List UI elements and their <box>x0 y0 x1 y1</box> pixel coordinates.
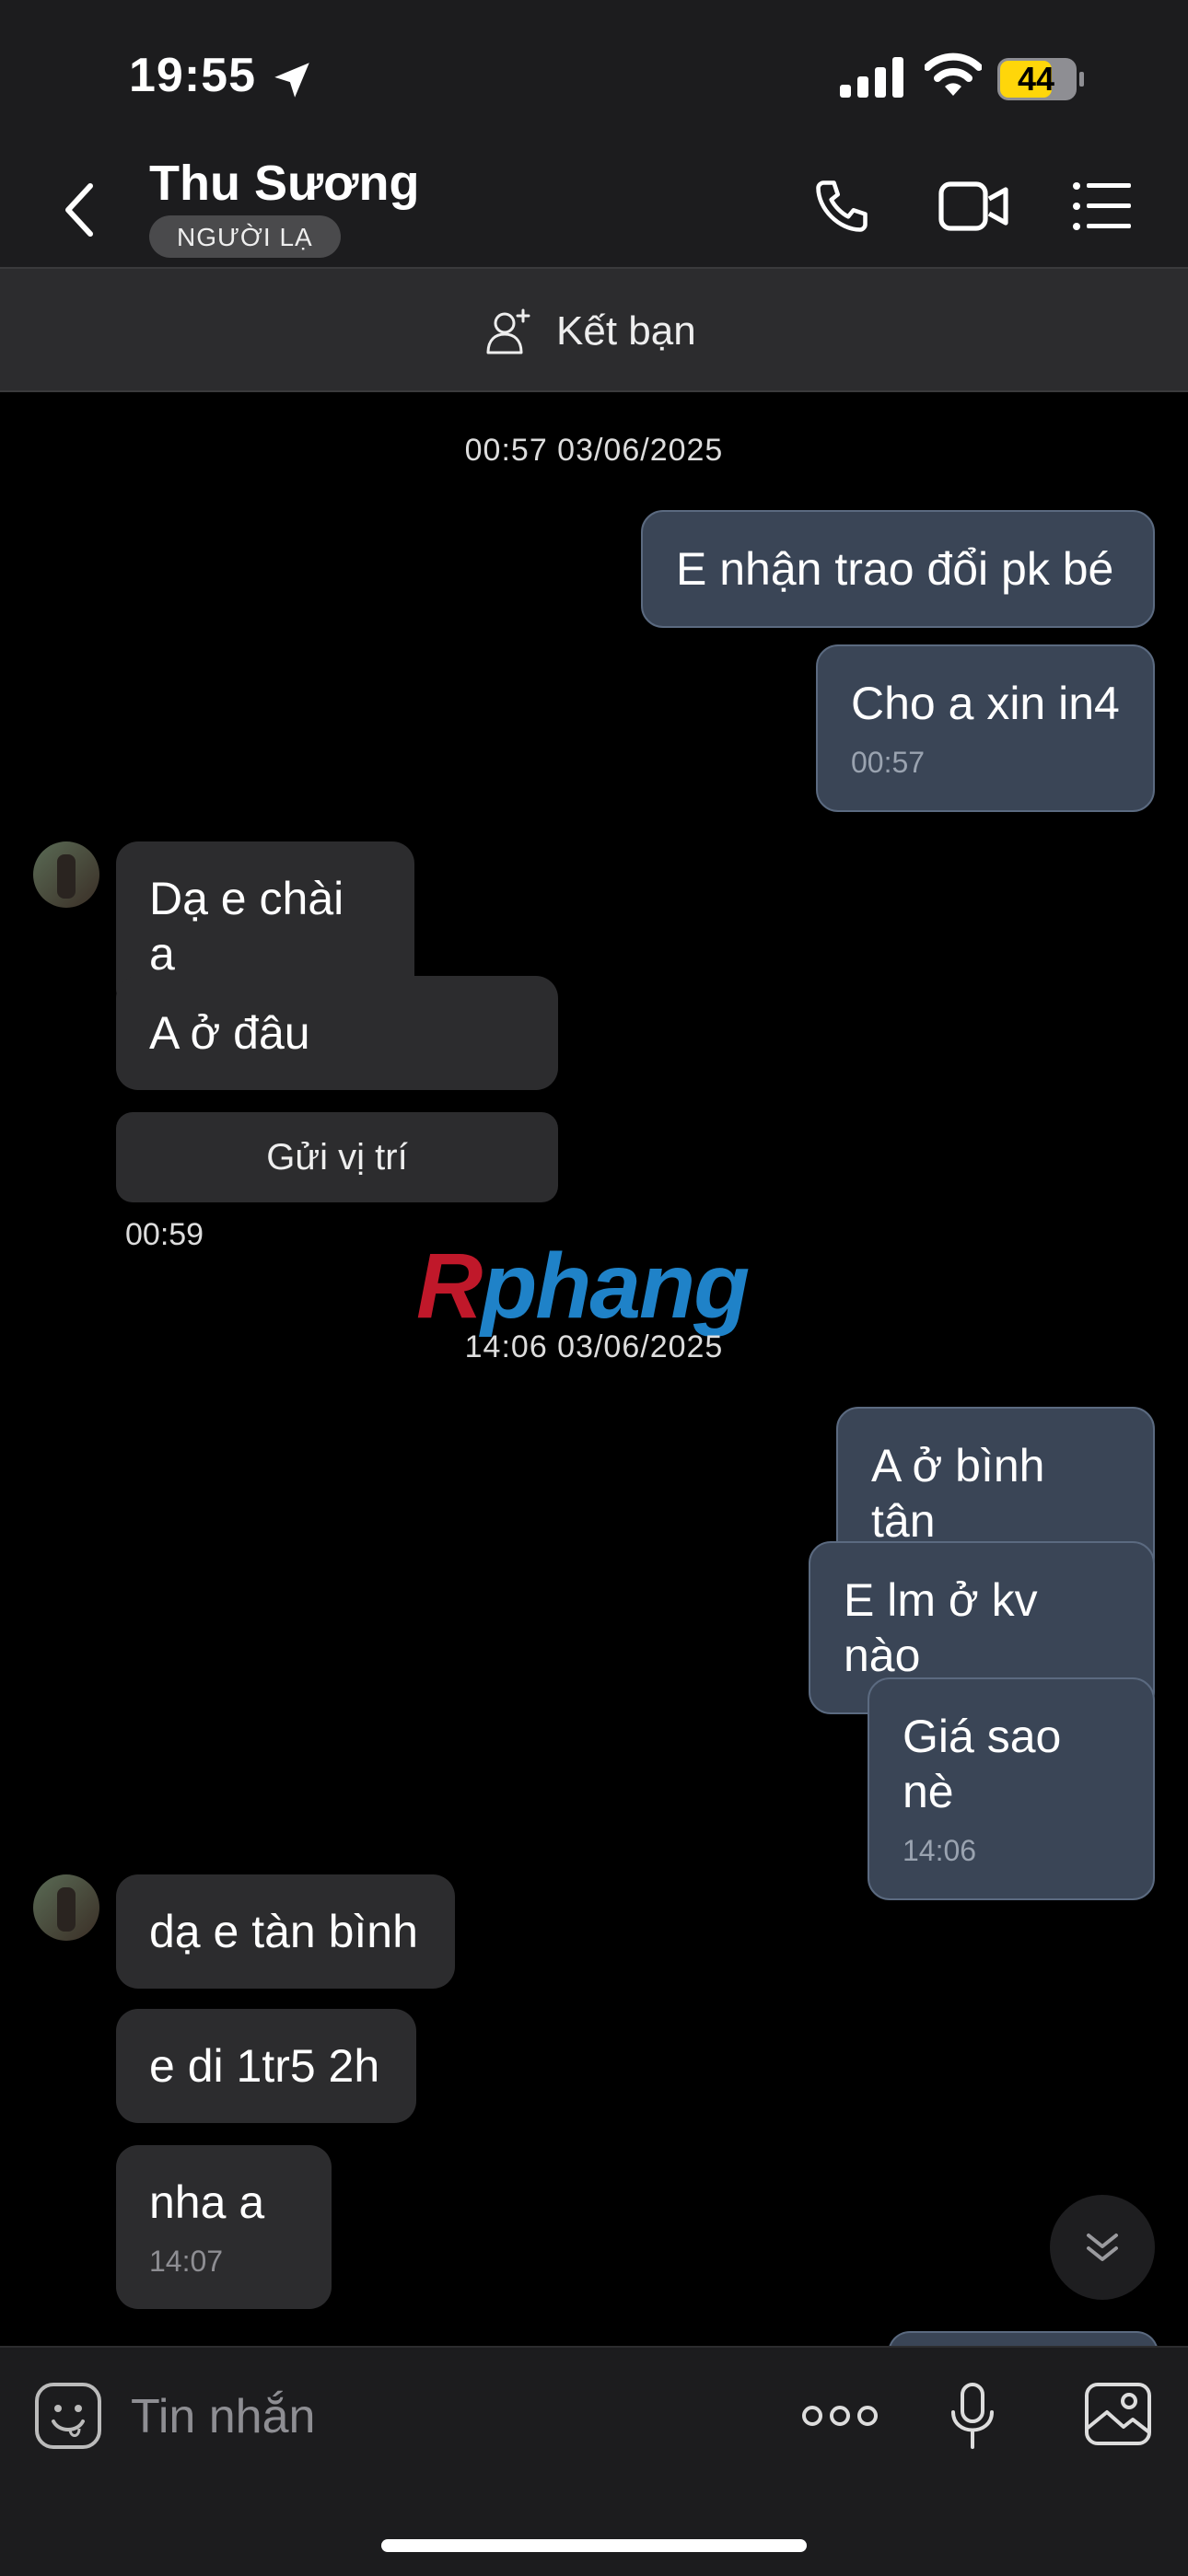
outgoing-message[interactable]: Giá sao nè 14:06 <box>868 1677 1155 1900</box>
wifi-icon <box>925 52 982 96</box>
friend-bar-divider <box>0 390 1188 392</box>
add-friend-button[interactable]: Kết bạn <box>484 304 696 359</box>
message-time: 14:06 <box>903 1834 977 1867</box>
location-arrow-icon <box>274 63 309 98</box>
phone-icon[interactable] <box>810 175 873 238</box>
signal-icon <box>840 57 903 98</box>
outgoing-message[interactable]: Cho a xin in4 00:57 <box>816 644 1155 812</box>
stranger-badge: NGƯỜI LẠ <box>149 215 341 258</box>
add-friend-icon <box>486 308 530 354</box>
incoming-message[interactable]: dạ e tàn bình <box>116 1874 455 1989</box>
microphone-icon[interactable] <box>949 2381 996 2451</box>
outgoing-message[interactable]: E nhận trao đổi pk bé <box>641 510 1155 628</box>
add-friend-label: Kết bạn <box>556 308 696 354</box>
video-camera-icon[interactable] <box>938 177 1011 236</box>
date-stamp: 14:06 03/06/2025 <box>464 1329 724 1364</box>
message-input[interactable] <box>131 2385 646 2449</box>
scroll-to-bottom-button[interactable] <box>1050 2195 1155 2300</box>
back-chevron-icon[interactable] <box>52 173 107 247</box>
incoming-message[interactable]: A ở đâu <box>116 976 558 1090</box>
home-indicator <box>381 2539 807 2552</box>
status-time: 19:55 <box>129 49 256 102</box>
double-chevron-down-icon <box>1087 2234 1118 2261</box>
send-location-button[interactable]: Gửi vị trí <box>116 1112 558 1202</box>
more-dots-icon[interactable] <box>801 2403 879 2429</box>
message-time: 14:07 <box>149 2245 224 2278</box>
date-stamp: 00:57 03/06/2025 <box>464 433 724 468</box>
message-time: 00:59 <box>125 1217 204 1252</box>
battery-level: 44 <box>1017 60 1055 98</box>
list-menu-icon[interactable] <box>1072 180 1133 232</box>
incoming-message[interactable]: e di 1tr5 2h <box>116 2009 416 2123</box>
contact-name[interactable]: Thu Sương <box>149 155 419 212</box>
watermark-logo: Rphang <box>416 1235 750 1338</box>
contact-avatar[interactable] <box>33 841 99 908</box>
gallery-icon[interactable] <box>1083 2381 1153 2447</box>
incoming-message[interactable]: nha a 14:07 <box>116 2145 332 2309</box>
message-time: 00:57 <box>851 746 926 779</box>
contact-avatar[interactable] <box>33 1874 99 1941</box>
emoji-icon[interactable] <box>33 2381 103 2451</box>
